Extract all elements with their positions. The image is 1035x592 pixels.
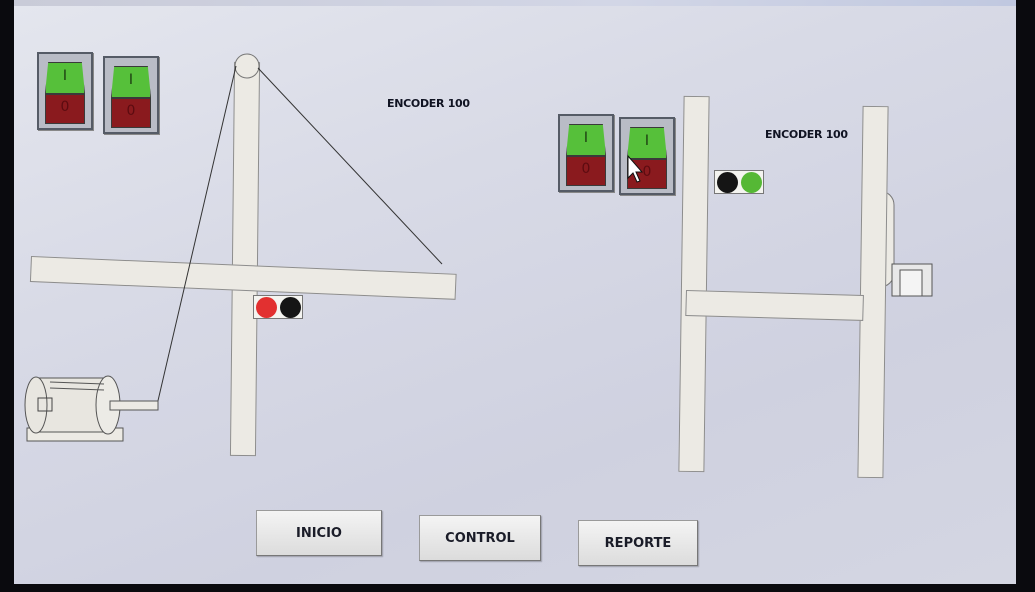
right-indicator-lights <box>714 170 764 194</box>
right-encoder-label: ENCODER 100 <box>765 128 848 141</box>
control-button[interactable]: CONTROL <box>419 515 541 561</box>
indicator-light-green <box>741 172 762 193</box>
switch-off-label: 0 <box>642 164 652 180</box>
switch-off-segment: 0 <box>627 159 667 189</box>
right-vertical-rail-right <box>857 105 889 479</box>
left-indicator-lights <box>253 295 303 319</box>
right-vertical-rail-left <box>678 95 710 473</box>
switch-on-label: I <box>644 133 650 149</box>
indicator-light-black <box>280 297 301 318</box>
switch-on-segment: I <box>566 124 606 156</box>
indicator-light-black <box>717 172 738 193</box>
indicator-light-red <box>256 297 277 318</box>
right-switch-1[interactable]: I 0 <box>558 114 614 192</box>
switch-on-segment: I <box>627 127 667 159</box>
switch-off-segment: 0 <box>566 156 606 186</box>
motor-icon <box>24 375 159 442</box>
switch-off-label: 0 <box>581 161 591 177</box>
left-encoder-label: ENCODER 100 <box>387 97 470 110</box>
inicio-button[interactable]: INICIO <box>256 510 382 556</box>
switch-on-label: I <box>583 130 589 146</box>
right-horizontal-arm <box>685 290 864 321</box>
right-switch-2[interactable]: I 0 <box>619 117 675 195</box>
pulley-icon <box>234 53 260 79</box>
reporte-button[interactable]: REPORTE <box>578 520 698 566</box>
cable-line <box>156 65 237 406</box>
